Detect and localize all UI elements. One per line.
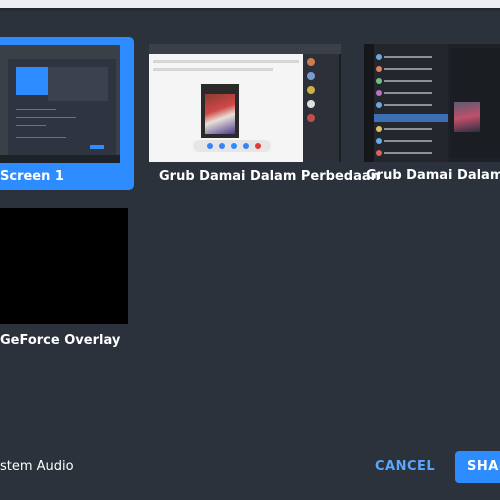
- source-tile-window-1[interactable]: Grub Damai Dalam Perbedaan: [149, 44, 380, 194]
- cancel-button[interactable]: CANCEL: [375, 459, 435, 474]
- system-audio-label[interactable]: stem Audio: [0, 459, 74, 474]
- share-button-label: SHARE: [467, 459, 500, 474]
- source-tile-window-2[interactable]: Grub Damai Dalam Perbedaan: [364, 44, 500, 194]
- source-label: Grub Damai Dalam Perbedaan: [159, 169, 380, 184]
- source-label: Grub Damai Dalam Perbedaan: [366, 168, 500, 183]
- share-screen-dialog: Screen 1 Grub Damai Dalam Perbedaan Grub…: [0, 0, 500, 500]
- window-thumbnail: [149, 44, 341, 162]
- source-tile-geforce-overlay[interactable]: GeForce Overlay: [0, 208, 128, 353]
- source-label: Screen 1: [0, 169, 64, 184]
- top-shadow: [0, 8, 500, 12]
- screen-thumbnail: [0, 45, 120, 163]
- window-thumbnail: [0, 208, 128, 324]
- share-button[interactable]: SHARE: [455, 451, 500, 483]
- top-strip: [0, 0, 500, 8]
- window-thumbnail: [364, 44, 500, 162]
- source-tile-screen-1[interactable]: Screen 1: [0, 37, 134, 190]
- source-label: GeForce Overlay: [0, 333, 121, 348]
